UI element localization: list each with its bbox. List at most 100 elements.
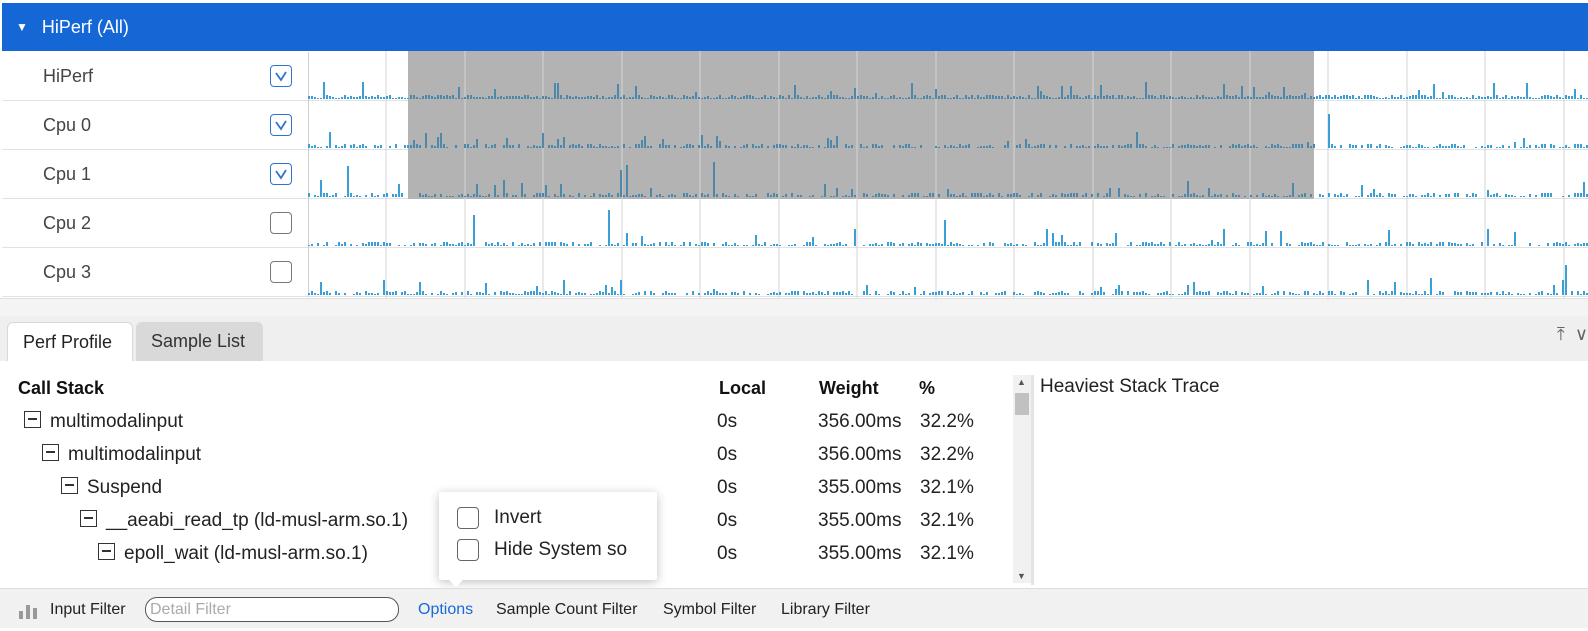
lane-checkbox[interactable] (270, 163, 292, 185)
sample-bar (1355, 245, 1357, 246)
sample-bar (635, 195, 637, 197)
sample-bar (1031, 98, 1033, 99)
sample-bar (1373, 96, 1375, 99)
column-call-stack[interactable]: Call Stack (18, 378, 104, 402)
scroll-up-icon[interactable]: ▲ (1017, 377, 1026, 387)
sample-bar (785, 194, 787, 197)
sample-bar (1076, 245, 1078, 246)
tab-perf-profile[interactable]: Perf Profile (7, 322, 133, 361)
tab-sample-list[interactable]: Sample List (136, 322, 263, 361)
sample-bar (1127, 195, 1129, 197)
sample-bar (566, 294, 568, 295)
chevron-down-icon[interactable]: ∨ (1575, 324, 1588, 345)
sample-bar (374, 97, 376, 99)
collapse-icon[interactable] (24, 411, 41, 429)
sample-bar (1490, 292, 1492, 295)
sample-bar (875, 291, 877, 295)
sample-bar (1373, 189, 1375, 197)
hiperf-group-header[interactable]: ▼ HiPerf (All) (2, 3, 1588, 51)
sample-bar (698, 145, 700, 148)
column-local[interactable]: Local (719, 378, 766, 402)
collapse-icon[interactable] (80, 510, 97, 528)
call-row[interactable]: multimodalinput 0s 356.00ms 32.2% (0, 438, 1010, 471)
sample-bar (743, 245, 745, 246)
sample-bar (1394, 97, 1396, 99)
lane-checkbox[interactable] (270, 65, 292, 87)
sample-bar (560, 242, 562, 246)
library-filter-link[interactable]: Library Filter (781, 589, 870, 629)
sample-bar (1355, 292, 1357, 295)
symbol-filter-link[interactable]: Symbol Filter (663, 589, 756, 629)
sample-bar (1181, 196, 1183, 197)
sample-bar (308, 144, 310, 148)
sample-bar (317, 294, 319, 295)
sample-bar (689, 242, 691, 246)
hide-system-so-option[interactable]: Hide System so (457, 537, 627, 563)
sample-bar (1205, 292, 1207, 295)
sample-bar (1280, 231, 1282, 246)
sample-bar (1061, 86, 1063, 99)
sample-bar (1490, 97, 1492, 99)
sample-bar (1421, 195, 1423, 197)
sample-bar (998, 96, 1000, 99)
pin-top-icon[interactable]: ⤒ (1557, 324, 1565, 345)
detail-filter-input[interactable] (145, 597, 399, 622)
collapse-icon[interactable] (42, 444, 59, 462)
lane-checkbox[interactable] (270, 261, 292, 283)
sample-bar (470, 95, 472, 99)
sample-bar (776, 144, 778, 148)
sample-bar (1406, 293, 1408, 295)
sample-bar (446, 95, 448, 99)
sample-bar (1232, 96, 1234, 99)
sample-bar (1427, 97, 1429, 99)
call-row[interactable]: multimodalinput 0s 356.00ms 32.2% (0, 405, 1010, 438)
sample-bar (1415, 95, 1417, 99)
sample-bar (713, 98, 715, 99)
sample-bar (608, 193, 610, 197)
sample-bar (419, 145, 421, 148)
lane-checkbox[interactable] (270, 212, 292, 234)
sample-bar (371, 193, 373, 197)
sample-bar (1043, 95, 1045, 99)
column-weight[interactable]: Weight (819, 378, 879, 402)
sample-bar (506, 291, 508, 295)
sample-bar (1412, 294, 1414, 295)
hide-system-so-checkbox[interactable] (457, 539, 479, 561)
sample-bar (806, 96, 808, 99)
sample-bar (1403, 98, 1405, 99)
pane-divider[interactable] (1031, 375, 1034, 585)
collapse-icon[interactable] (61, 477, 78, 495)
sample-count-filter-link[interactable]: Sample Count Filter (496, 589, 637, 629)
sample-bar (785, 98, 787, 99)
column-percent[interactable]: % (919, 378, 935, 402)
sample-bar (416, 97, 418, 99)
bar-chart-icon[interactable] (18, 602, 38, 619)
invert-checkbox[interactable] (457, 507, 479, 529)
call-weight: 356.00ms (818, 444, 902, 465)
sample-bar (446, 242, 448, 246)
invert-option[interactable]: Invert (457, 505, 542, 531)
collapse-icon[interactable] (98, 543, 115, 561)
sample-bar (1226, 95, 1228, 99)
sample-bar (422, 291, 424, 295)
lane-checkbox[interactable] (270, 114, 292, 136)
sample-bar (1127, 96, 1129, 99)
sample-bar (851, 189, 853, 197)
sample-bar (1415, 147, 1417, 148)
sample-bar (1577, 291, 1579, 295)
sample-bar (1343, 196, 1345, 197)
options-link[interactable]: Options (418, 589, 473, 629)
sample-bar (1121, 291, 1123, 295)
sample-bar (557, 196, 559, 197)
sample-bar (1106, 95, 1108, 99)
sample-bar (1565, 145, 1567, 148)
sample-bar (371, 96, 373, 99)
sample-bar (1382, 196, 1384, 197)
scroll-down-icon[interactable]: ▼ (1017, 571, 1026, 581)
sample-bar (1520, 196, 1522, 197)
expand-triangle-icon[interactable]: ▼ (16, 20, 28, 34)
sample-bar (1133, 292, 1135, 295)
sample-bar (1391, 147, 1393, 148)
call-stack-scrollbar[interactable]: ▲ ▼ (1013, 375, 1031, 583)
scroll-thumb[interactable] (1015, 393, 1029, 415)
